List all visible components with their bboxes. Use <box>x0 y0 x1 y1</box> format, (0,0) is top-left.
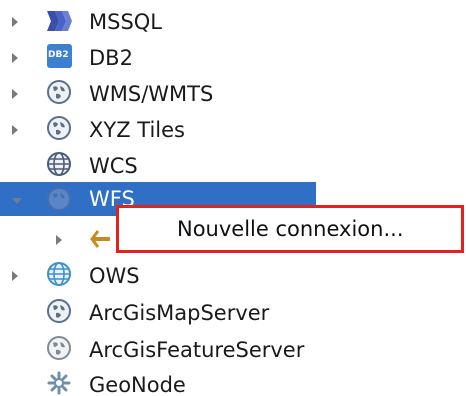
globe-icon <box>46 186 72 212</box>
tree-item-geonode[interactable]: GeoNode <box>0 367 466 396</box>
tree-item-arcgis-map-server[interactable]: ArcGisMapServer <box>0 295 466 331</box>
context-menu: Nouvelle connexion... <box>116 205 464 253</box>
tree-item-label: DB2 <box>89 46 133 70</box>
globe-icon <box>46 261 72 287</box>
db2-icon: DB2 <box>47 44 72 68</box>
tree-item-label: ArcGisFeatureServer <box>89 338 305 362</box>
globe-icon <box>46 335 72 361</box>
tree-item-db2[interactable]: DB2 DB2 <box>0 40 466 76</box>
tree-item-label: XYZ Tiles <box>89 118 185 142</box>
tree-item-arcgis-feature-server[interactable]: ArcGisFeatureServer <box>0 332 466 368</box>
tree-item-label: WMS/WMTS <box>89 82 214 106</box>
globe-icon <box>46 151 72 177</box>
expand-arrow-icon[interactable] <box>12 89 18 99</box>
tree-item-label: WCS <box>89 154 138 178</box>
menu-item-new-connection[interactable]: Nouvelle connexion... <box>177 217 404 241</box>
tree-item-label: GeoNode <box>89 373 186 396</box>
expand-arrow-icon[interactable] <box>12 17 18 27</box>
connection-icon <box>88 230 112 248</box>
tree-item-xyz-tiles[interactable]: XYZ Tiles <box>0 112 466 148</box>
collapse-arrow-icon[interactable] <box>12 198 22 204</box>
expand-arrow-icon[interactable] <box>12 125 18 135</box>
tree-item-label: MSSQL <box>89 10 163 34</box>
tree-item-mssql[interactable]: MSSQL <box>0 4 466 40</box>
expand-arrow-icon[interactable] <box>56 235 62 245</box>
tree-item-wms-wmts[interactable]: WMS/WMTS <box>0 76 466 112</box>
globe-icon <box>46 298 72 324</box>
globe-icon <box>46 79 72 105</box>
tree-item-wcs[interactable]: WCS <box>0 148 466 184</box>
browser-tree-panel: MSSQL DB2 DB2 WMS/WMTS XYZ Tiles WCS WFS… <box>0 0 466 396</box>
tree-item-label: ArcGisMapServer <box>89 301 270 325</box>
expand-arrow-icon[interactable] <box>12 271 18 281</box>
mssql-icon <box>45 8 72 34</box>
expand-arrow-icon[interactable] <box>12 53 18 63</box>
tree-item-ows[interactable]: OWS <box>0 258 466 294</box>
db2-badge-text: DB2 <box>48 50 69 60</box>
globe-icon <box>46 115 72 141</box>
geonode-icon <box>46 370 72 396</box>
tree-item-label: OWS <box>89 264 140 288</box>
